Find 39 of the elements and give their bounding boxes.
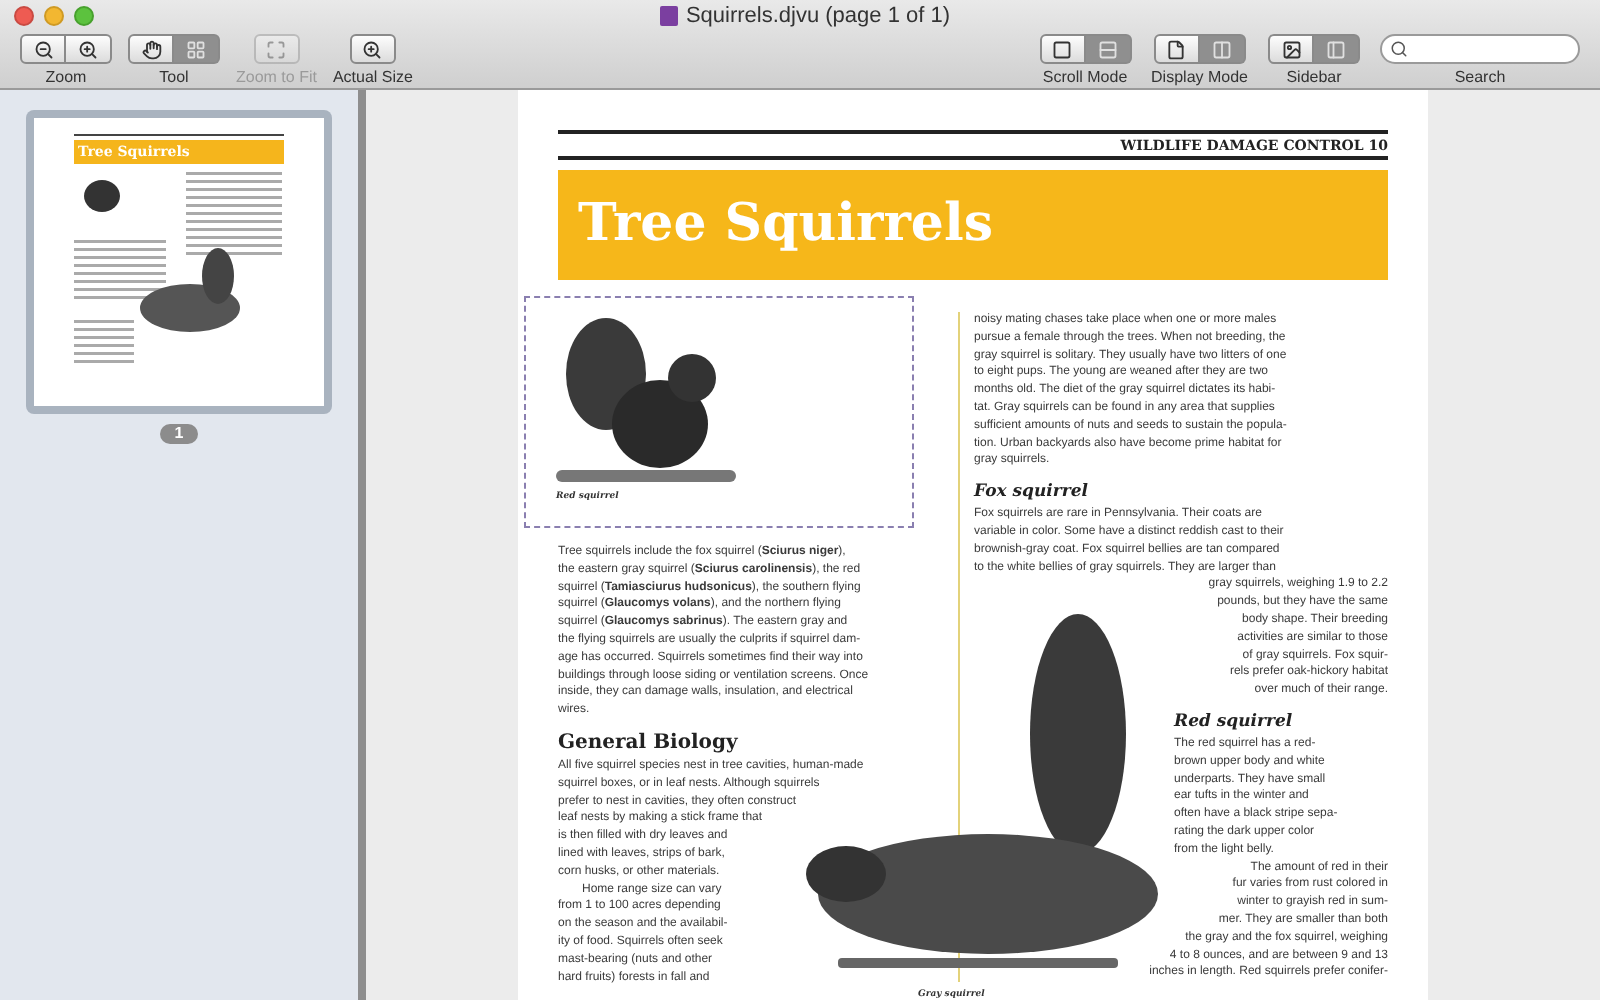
toolbar-label: Search <box>1454 68 1506 88</box>
window-title: Squirrels.djvu (page 1 of 1) <box>685 1 951 32</box>
toolbar-button[interactable] <box>1268 34 1314 64</box>
toolbar-label: Actual Size <box>332 68 413 88</box>
zoom-to-fit-icon <box>266 39 287 59</box>
search-field[interactable] <box>1380 34 1580 64</box>
file-icon <box>659 6 678 26</box>
subsection-heading: Fox squirrel <box>974 482 1088 505</box>
toolbar-button[interactable] <box>128 34 174 64</box>
subsection-heading: Red squirrel <box>1174 711 1293 734</box>
toolbar-button[interactable] <box>349 34 396 64</box>
toolbar-button[interactable] <box>1039 34 1086 64</box>
section-heading: General Biology <box>558 731 738 756</box>
grid-icon <box>186 39 206 59</box>
toolbar-label: Zoom to Fit <box>236 68 317 88</box>
two-pages-icon <box>1211 39 1232 59</box>
search-icon <box>1390 40 1408 58</box>
toolbar-button[interactable] <box>20 34 66 64</box>
toolbar-label: Zoom <box>45 68 87 88</box>
close-window-button[interactable] <box>14 6 34 26</box>
toolbar-label: Sidebar <box>1286 68 1342 88</box>
single-page-icon <box>1052 39 1073 59</box>
maximize-window-button[interactable] <box>74 6 94 26</box>
page-number-badge: 1 <box>160 424 198 444</box>
zoom-in-icon <box>78 39 98 59</box>
image-icon <box>1281 39 1301 59</box>
toolbar-label: Display Mode <box>1151 68 1248 88</box>
zoom-out-icon <box>33 39 53 59</box>
page-icon <box>1166 39 1187 59</box>
toolbar-button[interactable] <box>1153 34 1200 64</box>
toolbar-label: Tool <box>159 68 189 88</box>
hand-icon <box>141 39 161 59</box>
minimize-window-button[interactable] <box>44 6 64 26</box>
sidebar-icon <box>1326 39 1346 59</box>
toolbar-label: Scroll Mode <box>1042 68 1128 88</box>
zoom-icon <box>362 39 383 59</box>
page-title: Tree Squirrels <box>578 192 993 258</box>
continuous-pages-icon <box>1097 39 1118 59</box>
toolbar-button[interactable] <box>66 34 112 64</box>
